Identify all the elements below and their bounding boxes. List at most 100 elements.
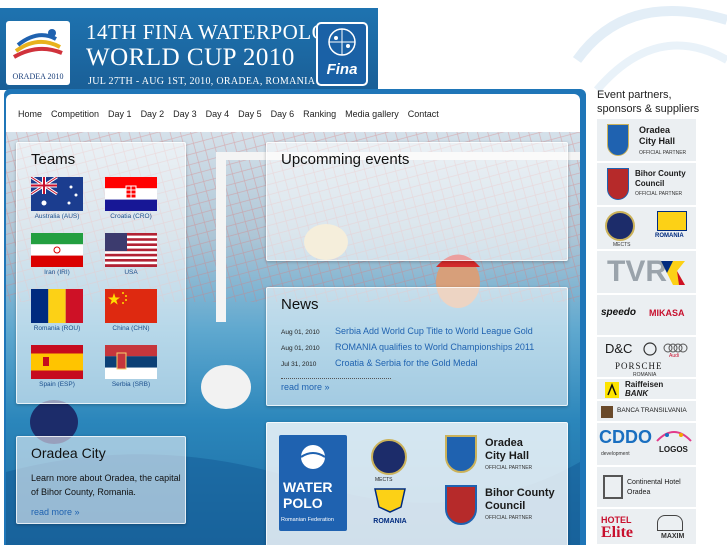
romania-olympic-text: ROMANIA xyxy=(373,518,407,525)
hotel-elite-line2: Elite xyxy=(601,524,633,541)
sponsor-tvr[interactable]: TVR xyxy=(596,250,697,294)
waterpolo-logo-line2: POLO xyxy=(283,495,323,511)
team-label-usa[interactable]: USA xyxy=(96,269,166,276)
oradea-city-description: Learn more about Oradea, the capital of … xyxy=(31,473,181,497)
sponsor-mects-romania[interactable]: MECTS ROMANIA xyxy=(596,206,697,250)
sponsor-city-hall-line2: City Hall xyxy=(639,136,676,146)
speedo-logo-text: speedo xyxy=(601,307,637,318)
news-date: Aug 01, 2010 xyxy=(281,345,320,352)
serbia-flag-icon[interactable] xyxy=(105,345,157,379)
waterpolo-federation-logo[interactable]: WATER POLO Romanian Federation xyxy=(279,435,347,531)
spain-flag-icon[interactable] xyxy=(31,345,83,379)
sponsors-heading: Event partners, sponsors & suppliers xyxy=(597,88,699,116)
nav-item-day-6[interactable]: Day 6 xyxy=(271,94,300,119)
city-hall-line1: Oradea xyxy=(485,437,523,449)
oradea-read-more-link[interactable]: read more » xyxy=(31,507,80,517)
sponsor-oradea-city-hall[interactable]: Oradea City Hall OFFICIAL PARTNER xyxy=(596,118,697,162)
team-label-croatia[interactable]: Croatia (CRO) xyxy=(96,213,166,220)
sponsor-dc-audi-porsche[interactable]: D&C Audi PORSCHE ROMANIA xyxy=(596,336,697,378)
nav-item-ranking[interactable]: Ranking xyxy=(303,94,341,119)
teams-title: Teams xyxy=(31,151,76,168)
news-divider xyxy=(281,378,391,379)
banner-dates: JUL 27TH - AUG 1ST, 2010, ORADEA, ROMANI… xyxy=(88,76,316,87)
news-link[interactable]: Croatia & Serbia for the Gold Medal xyxy=(335,358,478,368)
team-label-australia[interactable]: Australia (AUS) xyxy=(22,213,92,220)
county-crest-icon[interactable] xyxy=(445,485,477,525)
news-link[interactable]: ROMANIA qualifies to World Championships… xyxy=(335,342,534,352)
nav-item-contact[interactable]: Contact xyxy=(408,94,444,119)
sponsor-speedo-mikasa[interactable]: speedo MIKASA xyxy=(596,294,697,336)
continental-hotel-line2: Oradea xyxy=(627,489,651,496)
news-item: Aug 01, 2010 ROMANIA qualifies to World … xyxy=(281,342,534,352)
sponsor-city-hall-line1: Oradea xyxy=(639,125,671,135)
mects-logo[interactable] xyxy=(371,439,407,475)
logos-corporate-icon xyxy=(656,431,692,442)
header-banner: ORADEA 2010 14TH FINA WATERPOLO WORLD CU… xyxy=(0,8,378,90)
sponsor-county-line2: Council xyxy=(635,179,665,188)
oradea-city-panel: Oradea City Learn more about Oradea, the… xyxy=(16,436,186,524)
romania-olympic-emblem-icon xyxy=(374,488,406,513)
city-hall-line2: City Hall xyxy=(485,450,530,462)
news-link[interactable]: Serbia Add World Cup Title to World Leag… xyxy=(335,326,533,336)
county-line1: Bihor County xyxy=(485,487,555,499)
waterpolo-logo-line1: WATER xyxy=(283,479,333,495)
iran-flag-icon[interactable] xyxy=(31,233,83,267)
audi-rings-icon xyxy=(663,343,688,353)
mects-logo-text: MECTS xyxy=(375,477,393,483)
globe-icon xyxy=(328,28,356,56)
sponsor-continental-hotel[interactable]: Continental Hotel Oradea xyxy=(596,466,697,508)
county-line2: Council xyxy=(485,500,526,512)
raiffeisen-line2: BANK xyxy=(625,389,649,398)
nav-item-media-gallery[interactable]: Media gallery xyxy=(345,94,404,119)
sponsors-heading-line1: Event partners, xyxy=(597,89,672,101)
news-date: Jul 31, 2010 xyxy=(281,361,317,368)
oradea-2010-logo[interactable]: ORADEA 2010 xyxy=(6,21,70,85)
banca-transilvania-text: BANCA TRANSILVANIA xyxy=(617,407,687,414)
nav-item-day-4[interactable]: Day 4 xyxy=(206,94,235,119)
team-label-romania[interactable]: Romania (ROU) xyxy=(22,325,92,332)
host-logo-text: ORADEA 2010 xyxy=(12,72,64,81)
romania-flag-icon[interactable] xyxy=(31,289,83,323)
sponsor-county-line1: Bihor County xyxy=(635,169,686,178)
sponsor-cddo-logos[interactable]: CDDO development LOGOS xyxy=(596,422,697,466)
romania-olympic-logo[interactable]: ROMANIA xyxy=(371,487,409,531)
romania-olympic-emblem-icon xyxy=(657,211,687,231)
waterpolo-ball-icon xyxy=(300,445,326,469)
sponsor-banca-transilvania[interactable]: BANCA TRANSILVANIA xyxy=(596,400,697,422)
continental-hotel-line1: Continental Hotel xyxy=(627,479,681,486)
sponsor-raiffeisen[interactable]: Raiffeisen BANK xyxy=(596,378,697,400)
banner-title-line2: WORLD CUP 2010 xyxy=(86,44,295,71)
nav-item-home[interactable]: Home xyxy=(18,94,47,119)
logos-logo-text: LOGOS xyxy=(659,445,688,454)
usa-flag-icon[interactable] xyxy=(105,233,157,267)
banner-title-line1: 14TH FINA WATERPOLO xyxy=(86,20,328,44)
croatia-flag-icon[interactable] xyxy=(105,177,157,211)
team-label-spain[interactable]: Spain (ESP) xyxy=(22,381,92,388)
upcoming-events-panel: Upcomming events xyxy=(266,142,568,261)
australia-flag-icon[interactable] xyxy=(31,177,83,211)
sponsor-romania-text: ROMANIA xyxy=(655,233,684,239)
china-flag-icon[interactable] xyxy=(105,289,157,323)
city-hall-sub: OFFICIAL PARTNER xyxy=(485,465,533,471)
nav-item-day-3[interactable]: Day 3 xyxy=(173,94,202,119)
county-crest-icon xyxy=(607,168,629,200)
fina-logo[interactable]: Fina xyxy=(316,22,368,86)
fina-logo-text: Fina xyxy=(326,61,358,78)
cddo-sub-text: development xyxy=(601,451,630,457)
porsche-logo-text: PORSCHE xyxy=(615,361,663,371)
sponsor-hotel-elite-maxim[interactable]: HOTEL Elite MAXIM xyxy=(596,508,697,545)
team-label-serbia[interactable]: Serbia (SRB) xyxy=(96,381,166,388)
city-hall-crest-icon[interactable] xyxy=(445,435,477,473)
team-label-china[interactable]: China (CHN) xyxy=(96,325,166,332)
nav-item-day-1[interactable]: Day 1 xyxy=(108,94,137,119)
news-item: Jul 31, 2010 Croatia & Serbia for the Go… xyxy=(281,358,478,368)
nav-item-day-2[interactable]: Day 2 xyxy=(141,94,170,119)
mikasa-logo-text: MIKASA xyxy=(649,308,685,318)
swimmer-logo-icon xyxy=(12,29,63,59)
nav-item-day-5[interactable]: Day 5 xyxy=(238,94,267,119)
sponsor-bihor-county-council[interactable]: Bihor County Council OFFICIAL PARTNER xyxy=(596,162,697,206)
team-label-iran[interactable]: Iran (IRI) xyxy=(22,269,92,276)
news-read-more-link[interactable]: read more » xyxy=(281,382,330,392)
tvr-logo-text: TVR xyxy=(607,255,667,288)
nav-item-competition[interactable]: Competition xyxy=(51,94,104,119)
